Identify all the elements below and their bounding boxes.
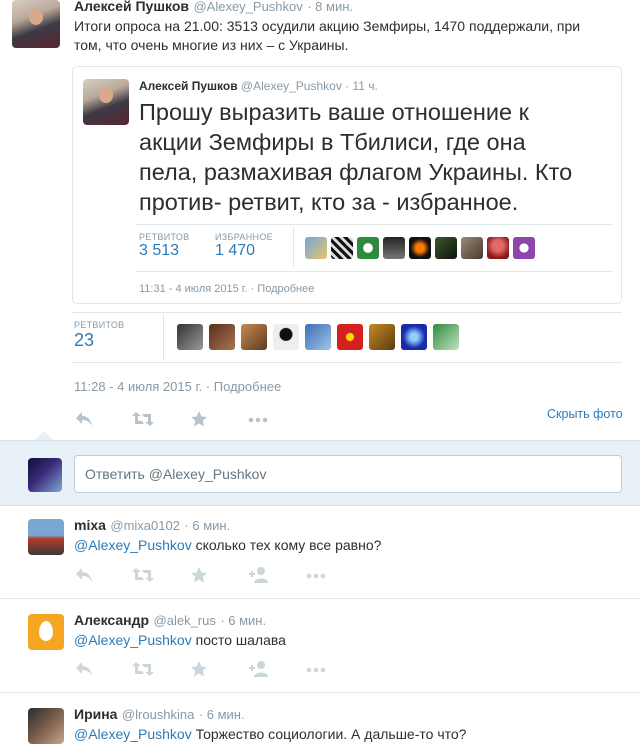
author-name[interactable]: Алексей Пушков — [74, 0, 189, 14]
reply-header: Александр @alek_rus · 6 мин. — [74, 612, 266, 630]
quoted-text-line: акции Земфиры в Тбилиси, где она — [139, 129, 526, 155]
hide-photo-link[interactable]: Скрыть фото — [547, 407, 623, 421]
reply-time[interactable]: · 6 мин. — [184, 518, 230, 533]
quoted-author-handle[interactable]: @Alexey_Pushkov — [241, 79, 342, 93]
favorite-icon[interactable] — [190, 660, 248, 678]
reply-header: Ирина @lroushkina · 6 мин. — [74, 706, 245, 724]
retweeter-avatar[interactable] — [305, 324, 331, 350]
reply-author[interactable]: Ирина — [74, 706, 117, 722]
retweeter-avatar[interactable] — [369, 324, 395, 350]
reply-body: Торжество социологии. А дальше-то что? — [191, 726, 467, 742]
reply-mention[interactable]: @Alexey_Pushkov — [74, 537, 192, 553]
retweeter-avatar[interactable] — [487, 237, 509, 259]
quoted-time[interactable]: · 11 ч. — [345, 79, 378, 93]
retweeter-avatar[interactable] — [209, 324, 235, 350]
main-details-link[interactable]: · Подробнее — [206, 379, 281, 394]
retweet-icon[interactable] — [132, 566, 190, 584]
reply-avatar-egg[interactable] — [28, 614, 64, 650]
reply-time[interactable]: · 6 мин. — [199, 707, 245, 722]
tweet-actions — [74, 410, 306, 428]
reply-handle[interactable]: @lroushkina — [122, 707, 194, 722]
retweeter-avatar[interactable] — [337, 324, 363, 350]
retweeter-avatar[interactable] — [357, 237, 379, 259]
reply-input[interactable]: Ответить @Alexey_Pushkov — [74, 455, 622, 493]
retweeter-avatar[interactable] — [435, 237, 457, 259]
retweet-icon[interactable] — [132, 410, 190, 428]
reply-body: сколько тех кому все равно? — [191, 537, 382, 553]
retweeter-avatar[interactable] — [461, 237, 483, 259]
quoted-author-name[interactable]: Алексей Пушков — [139, 79, 238, 93]
quoted-timestamp: 11:31 - 4 июля 2015 г. · Подробнее — [139, 283, 314, 295]
more-icon[interactable] — [306, 660, 364, 678]
more-icon[interactable] — [248, 410, 306, 428]
favorite-icon[interactable] — [190, 410, 248, 428]
quoted-retweets-stat[interactable]: РЕТВИТОВ 3 513 — [139, 232, 189, 260]
quoted-text-line: против- ретвит, кто за - избранное. — [139, 189, 519, 215]
main-retweets-stat[interactable]: РЕТВИТОВ 23 — [74, 320, 124, 351]
tweet-text-line: Итоги опроса на 21.00: 3513 осудили акци… — [74, 18, 581, 34]
reply-author[interactable]: Александр — [74, 612, 149, 628]
retweeter-avatar[interactable] — [241, 324, 267, 350]
tweet-time[interactable]: · 8 мин. — [307, 0, 353, 14]
quoted-text-line: Прошу выразить ваше отношение к — [139, 99, 529, 125]
quoted-author-avatar[interactable] — [83, 79, 129, 125]
follow-icon[interactable] — [248, 660, 306, 678]
reply-text: @Alexey_Pushkov посто шалава — [74, 632, 286, 648]
retweeter-avatar[interactable] — [331, 237, 353, 259]
quoted-text-line: пела, размахивая флагом Украины. Кто — [139, 159, 573, 185]
favorite-icon[interactable] — [190, 566, 248, 584]
reply-actions — [74, 660, 364, 678]
current-user-avatar[interactable] — [28, 458, 62, 492]
reply-header: mixa @mixa0102 · 6 мин. — [74, 517, 230, 535]
quoted-timestamp-text[interactable]: 11:31 - 4 июля 2015 г. — [139, 283, 248, 295]
retweeter-avatar[interactable] — [273, 324, 299, 350]
reply-time[interactable]: · 6 мин. — [220, 613, 266, 628]
reply-placeholder: Ответить @Alexey_Pushkov — [85, 466, 267, 482]
stat-count: 1 470 — [215, 242, 256, 259]
quoted-tweet-card[interactable]: Алексей Пушков @Alexey_Pushkov · 11 ч. П… — [72, 66, 622, 304]
author-avatar[interactable] — [12, 0, 60, 48]
retweet-icon[interactable] — [132, 660, 190, 678]
reply-handle[interactable]: @mixa0102 — [110, 518, 180, 533]
quoted-favorites-stat[interactable]: ИЗБРАННОЕ 1 470 — [215, 232, 273, 260]
retweeter-avatar[interactable] — [433, 324, 459, 350]
reply-icon[interactable] — [74, 660, 132, 678]
reply-handle[interactable]: @alek_rus — [154, 613, 216, 628]
stat-label: ИЗБРАННОЕ — [215, 232, 273, 242]
retweeter-avatar[interactable] — [513, 237, 535, 259]
main-timestamp-text[interactable]: 11:28 - 4 июля 2015 г. — [74, 379, 202, 394]
retweeter-avatar[interactable] — [409, 237, 431, 259]
reply-actions — [74, 566, 364, 584]
reply-body: посто шалава — [191, 632, 286, 648]
tweet-text-line: том, что очень многие из них – с Украины… — [74, 37, 349, 53]
follow-icon[interactable] — [248, 566, 306, 584]
retweeter-avatar[interactable] — [401, 324, 427, 350]
reply-box: Ответить @Alexey_Pushkov — [0, 440, 640, 506]
reply-icon[interactable] — [74, 566, 132, 584]
more-icon[interactable] — [306, 566, 364, 584]
reply-icon[interactable] — [74, 410, 132, 428]
quoted-details-link[interactable]: · Подробнее — [251, 283, 315, 295]
tweet-text: Итоги опроса на 21.00: 3513 осудили акци… — [74, 17, 580, 55]
author-handle[interactable]: @Alexey_Pushkov — [193, 0, 302, 14]
reply-mention[interactable]: @Alexey_Pushkov — [74, 632, 192, 648]
reply-author[interactable]: mixa — [74, 517, 106, 533]
retweeter-avatar[interactable] — [383, 237, 405, 259]
quoted-text: Прошу выразить ваше отношение к акции Зе… — [139, 97, 572, 217]
main-timestamp: 11:28 - 4 июля 2015 г. · Подробнее — [74, 379, 281, 394]
quoted-header: Алексей Пушков @Alexey_Pushkov · 11 ч. — [139, 79, 378, 93]
reply-avatar[interactable] — [28, 519, 64, 555]
stat-count: 23 — [74, 330, 95, 350]
reply-text: @Alexey_Pushkov Торжество социологии. А … — [74, 726, 466, 742]
reply-mention[interactable]: @Alexey_Pushkov — [74, 726, 192, 742]
reply-text: @Alexey_Pushkov сколько тех кому все рав… — [74, 537, 381, 553]
reply-avatar[interactable] — [28, 708, 64, 744]
retweeter-avatar[interactable] — [177, 324, 203, 350]
tweet-header: Алексей Пушков @Alexey_Pushkov · 8 мин. — [74, 0, 353, 16]
stat-label: РЕТВИТОВ — [139, 232, 190, 242]
stat-count: 3 513 — [139, 242, 180, 259]
stat-label: РЕТВИТОВ — [74, 320, 125, 330]
retweeter-avatar[interactable] — [305, 237, 327, 259]
